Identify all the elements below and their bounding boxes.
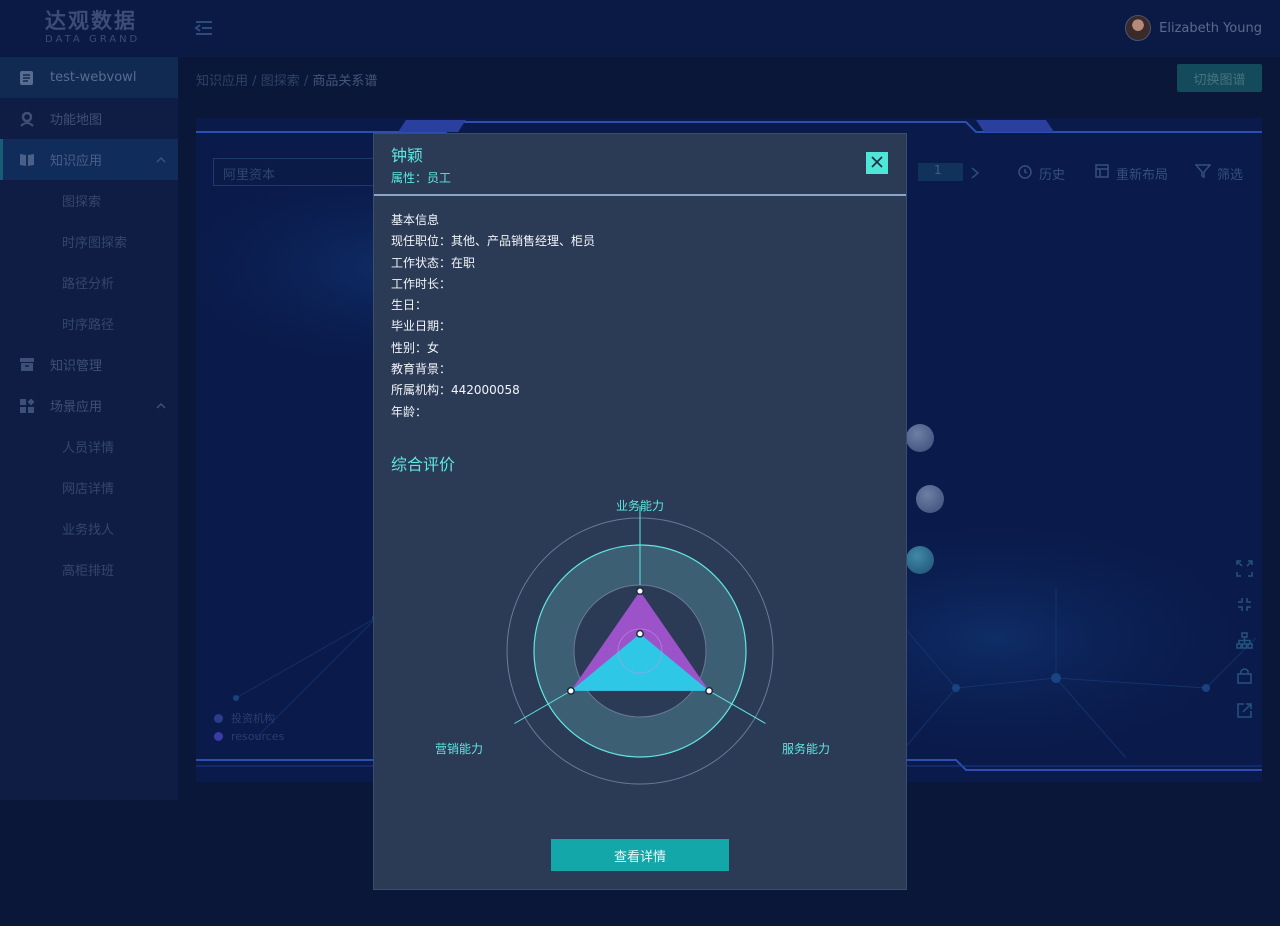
info-row: 现任职位：其他、产品销售经理、柜员 — [391, 234, 596, 249]
radar-axis-label: 服务能力 — [782, 741, 830, 756]
sidebar: test-webvowl 功能地图 知识应用 图探索 时序图探索 路径分析 时序… — [0, 57, 178, 800]
breadcrumb-separator: / — [303, 74, 309, 89]
chevron-up-icon[interactable] — [156, 154, 166, 164]
close-button[interactable] — [866, 152, 888, 174]
breadcrumb-link[interactable]: 图探索 — [261, 74, 300, 89]
logo-name-cn: 达观数据 — [45, 9, 137, 33]
location-pin-icon — [18, 110, 35, 127]
evaluation-radar-chart: 业务能力服务能力 营销能力 — [435, 498, 830, 785]
modal-title: 钟颖 — [391, 146, 424, 165]
sidebar-item-scenario-app[interactable]: 场景应用 — [0, 385, 178, 426]
legend-dot — [214, 713, 223, 723]
export-icon[interactable] — [1236, 702, 1253, 719]
sidebar-subitem[interactable]: 高柜排班 — [0, 549, 178, 590]
history-tool[interactable]: 历史 — [1017, 163, 1065, 183]
sidebar-subitem[interactable]: 人员详情 — [0, 426, 178, 467]
info-row: 工作状态：在职 — [391, 255, 476, 270]
top-bar: 达观数据 DATA GRAND Elizabeth Young — [0, 0, 1280, 57]
breadcrumb-link[interactable]: 知识应用 — [196, 74, 248, 89]
avatar[interactable] — [1125, 15, 1152, 41]
filter-label: 筛选 — [1217, 167, 1244, 183]
sidebar-item-knowledge-app[interactable]: 知识应用 — [0, 139, 178, 180]
legend-item: resources — [214, 730, 284, 743]
history-label: 历史 — [1039, 167, 1066, 183]
radar-point — [636, 587, 644, 596]
apps-icon — [18, 397, 35, 414]
filter-tool[interactable]: 筛选 — [1194, 163, 1244, 183]
logo-name-en: DATA GRAND — [45, 34, 141, 45]
radar-axis-label: 营销能力 — [435, 742, 483, 756]
graph-node[interactable] — [906, 546, 934, 574]
menu-collapse-icon[interactable] — [194, 18, 214, 38]
info-row: 毕业日期： — [391, 319, 452, 334]
graph-search-input[interactable]: 阿里资本 — [213, 158, 383, 186]
archive-icon — [18, 356, 35, 373]
relayout-tool[interactable]: 重新布局 — [1094, 163, 1168, 183]
sidebar-subitem[interactable]: 时序图探索 — [0, 221, 178, 262]
legend-item: 投资机构 — [214, 710, 275, 726]
page-select[interactable]: 1 — [918, 163, 963, 181]
info-row: 所属机构：442000058 — [391, 383, 520, 398]
sidebar-item-label: 知识管理 — [50, 359, 103, 374]
entity-detail-modal: 钟颖 属性：员工 基本信息 现任职位：其他、产品销售经理、柜员 工作状态：在职 … — [373, 133, 907, 890]
layout-icon — [1094, 163, 1110, 183]
info-row: 生日： — [391, 298, 428, 313]
info-row: 工作时长： — [391, 276, 452, 291]
sidebar-subitem[interactable]: 时序路径 — [0, 303, 178, 344]
expand-icon[interactable] — [1236, 560, 1253, 577]
sidebar-subitem[interactable]: 业务找人 — [0, 508, 178, 549]
radar-point — [566, 686, 575, 695]
legend-dot — [214, 732, 223, 741]
document-icon — [18, 69, 35, 86]
modal-attribute: 属性：员工 — [391, 171, 452, 185]
radar-point — [705, 686, 714, 695]
history-icon — [1017, 163, 1033, 183]
book-icon — [18, 151, 35, 168]
sidebar-subitem[interactable]: 网店详情 — [0, 467, 178, 508]
sidebar-subitem[interactable]: 图探索 — [0, 180, 178, 221]
sidebar-item-label: 功能地图 — [50, 113, 103, 128]
logo[interactable]: 达观数据 DATA GRAND — [45, 10, 140, 45]
sidebar-subitem[interactable]: 路径分析 — [0, 262, 178, 303]
breadcrumb: 知识应用 / 图探索 / 商品关系谱 — [196, 70, 377, 89]
modal-header: 钟颖 属性：员工 — [374, 134, 906, 196]
info-row: 教育背景： — [391, 362, 452, 377]
filter-icon — [1194, 163, 1212, 183]
info-heading: 基本信息 — [391, 213, 440, 227]
chevron-up-icon[interactable] — [156, 400, 166, 410]
sidebar-item-knowledge-mgmt[interactable]: 知识管理 — [0, 344, 178, 385]
graph-node[interactable] — [906, 424, 934, 452]
user-name: Elizabeth Young — [1159, 20, 1262, 36]
view-details-button[interactable]: 查看详情 — [551, 839, 729, 871]
breadcrumb-separator: / — [252, 74, 257, 89]
user-menu[interactable]: Elizabeth Young — [1125, 15, 1262, 41]
basic-info: 基本信息 现任职位：其他、产品销售经理、柜员 工作状态：在职 工作时长： 生日：… — [391, 210, 595, 423]
graph-node[interactable] — [916, 485, 944, 513]
relayout-label: 重新布局 — [1116, 167, 1169, 183]
close-icon — [871, 155, 883, 171]
breadcrumb-current: 商品关系谱 — [312, 74, 378, 89]
radar-axis-label: 业务能力 — [616, 498, 664, 513]
chevron-right-icon[interactable] — [970, 165, 980, 184]
info-row: 年龄： — [391, 404, 428, 419]
sidebar-item-label: test-webvowl — [50, 70, 137, 85]
collapse-icon[interactable] — [1236, 596, 1253, 613]
lock-icon[interactable] — [1236, 667, 1253, 684]
switch-graph-button[interactable]: 切换图谱 — [1177, 64, 1262, 92]
info-row: 性别：女 — [391, 340, 440, 355]
sidebar-item-project[interactable]: test-webvowl — [0, 57, 178, 98]
sidebar-item-label: 知识应用 — [50, 154, 103, 169]
evaluation-title: 综合评价 — [391, 455, 456, 474]
hierarchy-icon[interactable] — [1236, 632, 1253, 649]
sidebar-item-function-map[interactable]: 功能地图 — [0, 98, 178, 139]
legend-label: 投资机构 — [231, 712, 275, 725]
legend-label: resources — [231, 730, 285, 743]
radar-point — [636, 629, 644, 638]
sidebar-item-label: 场景应用 — [50, 400, 103, 415]
